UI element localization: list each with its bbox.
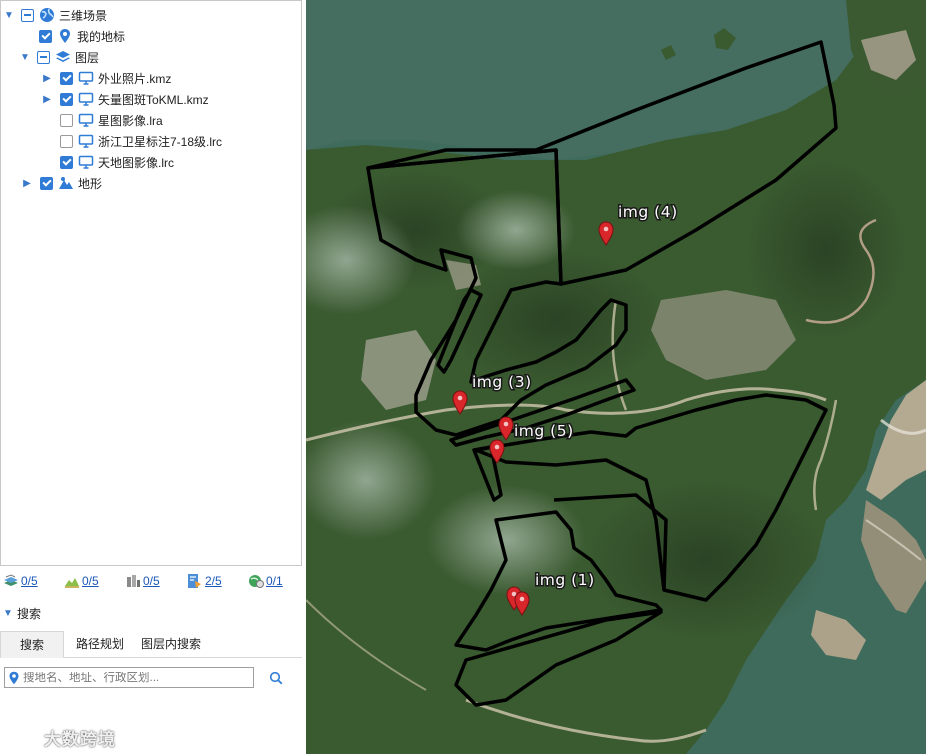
stat-value[interactable]: 2/5 bbox=[205, 574, 222, 588]
terrain-icon bbox=[58, 175, 74, 191]
imagery-layers-icon bbox=[3, 573, 19, 589]
layer-checkbox[interactable] bbox=[60, 113, 73, 127]
layer-tree-panel: ▼ 三维场景 我的地标 ▼ 图层 ▶ 外业照片.kmz ▶ 矢量图斑ToKML.… bbox=[0, 0, 302, 566]
search-section-header[interactable]: ▼ 搜索 bbox=[0, 603, 302, 623]
tab-layer-search[interactable]: 图层内搜索 bbox=[134, 631, 208, 658]
forest-shade bbox=[446, 250, 666, 390]
layer-checkbox[interactable] bbox=[60, 155, 73, 169]
tree-label: 矢量图斑ToKML.kmz bbox=[98, 92, 209, 107]
stat-models[interactable]: 0/5 bbox=[125, 573, 160, 589]
location-pin-icon bbox=[8, 671, 20, 685]
marker-label-img1: img (1) bbox=[535, 571, 595, 589]
tree-node-bookmarks[interactable]: 我的地标 bbox=[39, 26, 125, 46]
marker-label-img5: img (5) bbox=[514, 422, 574, 440]
layer-checkbox[interactable] bbox=[60, 71, 73, 85]
tree-node-layer-vector-kml[interactable]: ▶ 矢量图斑ToKML.kmz bbox=[41, 89, 209, 109]
watermark-text: 大数跨境 bbox=[44, 729, 116, 750]
bookmark-checkbox[interactable] bbox=[39, 29, 52, 43]
watermark: 大数跨境 bbox=[6, 724, 116, 750]
expand-right-icon[interactable]: ▶ bbox=[41, 93, 53, 105]
stat-vectors[interactable]: 2/5 bbox=[187, 573, 222, 589]
vector-layers-icon bbox=[187, 573, 203, 589]
search-field[interactable] bbox=[4, 667, 254, 688]
service-layers-icon bbox=[248, 573, 264, 589]
expand-down-icon[interactable]: ▼ bbox=[19, 51, 31, 63]
tree-node-scene[interactable]: ▼ 三维场景 bbox=[3, 5, 107, 25]
expand-right-icon[interactable]: ▶ bbox=[41, 72, 53, 84]
search-input[interactable] bbox=[23, 671, 248, 684]
tree-label: 天地图影像.lrc bbox=[98, 155, 174, 170]
tab-route-planning[interactable]: 路径规划 bbox=[68, 631, 132, 658]
tree-node-layer-tianditu[interactable]: 天地图影像.lrc bbox=[60, 152, 174, 172]
model-layers-icon bbox=[125, 573, 141, 589]
expand-right-icon[interactable]: ▶ bbox=[21, 177, 33, 189]
search-tabs: 搜索 路径规划 图层内搜索 bbox=[0, 631, 302, 658]
scene-partial-checkbox[interactable] bbox=[21, 8, 34, 22]
tree-label: 三维场景 bbox=[59, 8, 108, 23]
layers-stack-icon bbox=[55, 49, 71, 65]
layers-partial-checkbox[interactable] bbox=[37, 50, 50, 64]
stat-value[interactable]: 0/5 bbox=[82, 574, 99, 588]
monitor-icon bbox=[78, 70, 94, 86]
collapse-down-icon[interactable]: ▼ bbox=[2, 607, 14, 619]
search-icon bbox=[269, 671, 283, 685]
monitor-icon bbox=[78, 112, 94, 128]
tree-label: 地形 bbox=[78, 176, 103, 191]
terrain-layers-icon bbox=[64, 573, 80, 589]
map-canvas[interactable]: img (4) img (3) img (5) img (1) bbox=[306, 0, 926, 754]
tree-label: 星图影像.lra bbox=[98, 113, 163, 128]
tree-node-terrain[interactable]: ▶ 地形 bbox=[21, 173, 102, 193]
globe-icon bbox=[39, 7, 55, 23]
tree-label: 图层 bbox=[75, 50, 100, 65]
marker-label-img4: img (4) bbox=[618, 203, 678, 221]
stat-value[interactable]: 0/5 bbox=[143, 574, 160, 588]
tree-node-layer-zhejiang-labels[interactable]: 浙江卫星标注7-18级.lrc bbox=[60, 131, 222, 151]
search-button[interactable] bbox=[266, 668, 286, 688]
monitor-icon bbox=[78, 133, 94, 149]
expand-down-icon[interactable]: ▼ bbox=[3, 9, 15, 21]
tree-label: 我的地标 bbox=[77, 29, 126, 44]
marker-label-img3: img (3) bbox=[472, 373, 532, 391]
layer-checkbox[interactable] bbox=[60, 134, 73, 148]
tree-node-layer-star-imagery[interactable]: 星图影像.lra bbox=[60, 110, 163, 130]
stat-value[interactable]: 0/1 bbox=[266, 574, 283, 588]
layer-stats-bar: 0/5 0/5 0/5 2/5 0/1 bbox=[0, 568, 302, 594]
stat-terrain[interactable]: 0/5 bbox=[64, 573, 99, 589]
layer-checkbox[interactable] bbox=[60, 92, 73, 106]
stat-services[interactable]: 0/1 bbox=[248, 573, 283, 589]
satellite-map-view[interactable]: img (4) img (3) img (5) img (1) bbox=[306, 0, 926, 754]
search-section-title: 搜索 bbox=[17, 606, 42, 621]
stat-value[interactable]: 0/5 bbox=[21, 574, 38, 588]
watermark-logo-icon bbox=[6, 725, 42, 750]
stat-imagery[interactable]: 0/5 bbox=[3, 573, 38, 589]
location-pin-icon bbox=[57, 28, 73, 44]
tree-label: 外业照片.kmz bbox=[98, 71, 172, 86]
tree-label: 浙江卫星标注7-18级.lrc bbox=[98, 134, 223, 149]
left-panel: ▼ 三维场景 我的地标 ▼ 图层 ▶ 外业照片.kmz ▶ 矢量图斑ToKML.… bbox=[0, 0, 306, 754]
monitor-icon bbox=[78, 91, 94, 107]
tree-node-layer-photos[interactable]: ▶ 外业照片.kmz bbox=[41, 68, 171, 88]
terrain-checkbox[interactable] bbox=[40, 176, 53, 190]
tree-node-layers[interactable]: ▼ 图层 bbox=[19, 47, 99, 67]
monitor-icon bbox=[78, 154, 94, 170]
tab-search[interactable]: 搜索 bbox=[0, 631, 64, 658]
